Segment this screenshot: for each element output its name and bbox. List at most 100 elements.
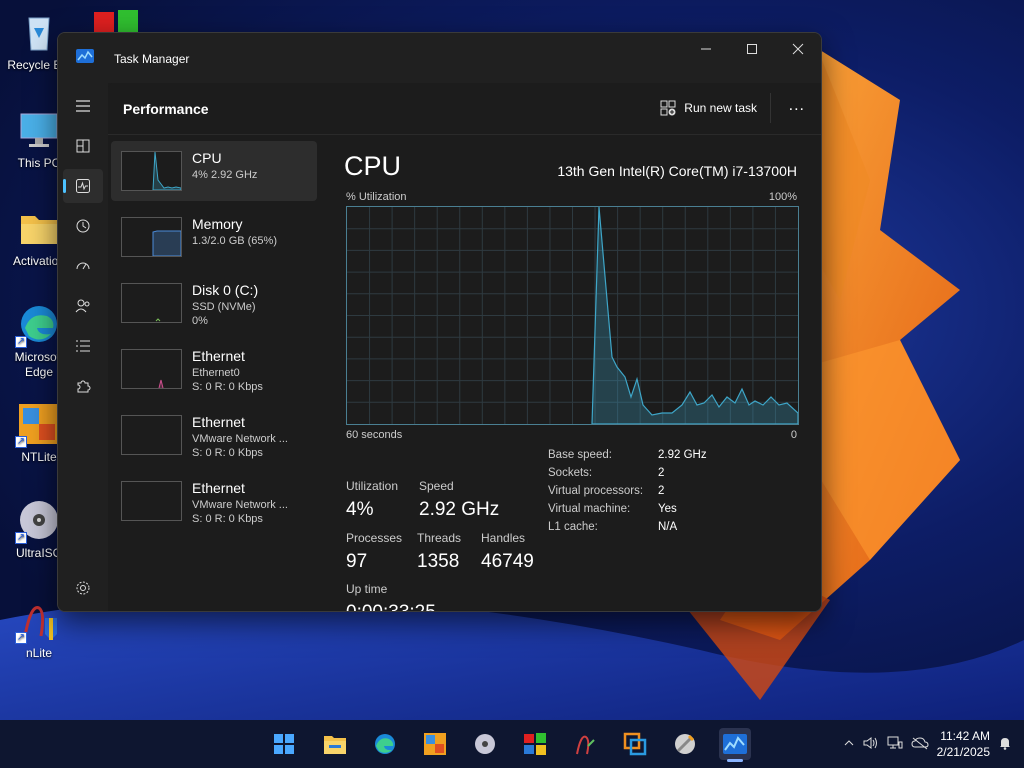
taskbar-nlite[interactable] — [569, 728, 601, 760]
ultraiso-icon: ↗ — [15, 498, 61, 544]
perf-item-detail: 1.3/2.0 GB (65%) — [192, 235, 277, 247]
stat-label: Handles — [481, 531, 526, 545]
performance-list: CPU 4% 2.92 GHz Memory 1.3/2.0 GB (65%) … — [111, 141, 317, 537]
nlite-icon: ↗ — [15, 598, 61, 644]
stat-handles: Handles 46749 — [481, 531, 534, 573]
taskbar-vmware[interactable] — [619, 728, 651, 760]
perf-item-memory[interactable]: Memory 1.3/2.0 GB (65%) — [111, 207, 317, 267]
cloud-offline-icon — [911, 736, 929, 749]
header-separator — [770, 93, 771, 123]
nav-services[interactable] — [63, 369, 103, 403]
notifications-button[interactable] — [998, 736, 1012, 753]
spec-value: 2 — [658, 485, 665, 497]
stat-threads: Threads 1358 — [417, 531, 461, 573]
show-hidden-icons-button[interactable] — [843, 737, 855, 752]
close-icon — [792, 43, 804, 55]
cpu-utilization-graph — [346, 206, 799, 425]
bell-icon — [1000, 737, 1010, 750]
start-button[interactable] — [268, 728, 300, 760]
this-pc-icon — [17, 108, 61, 152]
task-manager-window: Task Manager Performance Run new task ..… — [57, 32, 822, 612]
minimize-button[interactable] — [683, 33, 729, 65]
stat-value: 2.92 GHz — [419, 499, 500, 520]
edge-icon: ↗ — [15, 302, 61, 348]
perf-item-detail-2: 0% — [192, 315, 208, 327]
taskbar: 11:42 AM 2/21/2025 — [0, 720, 1024, 768]
puzzle-icon — [77, 380, 91, 393]
maximize-icon — [747, 44, 757, 54]
hamburger-icon — [76, 100, 90, 112]
taskbar-ntlite[interactable] — [419, 728, 451, 760]
nav-settings[interactable] — [63, 571, 103, 605]
clock[interactable]: 11:42 AM 2/21/2025 — [937, 728, 990, 760]
clock-time: 11:42 AM — [940, 729, 990, 743]
spec-key: Sockets: — [548, 467, 593, 479]
perf-item-detail: Ethernet0 — [192, 367, 240, 379]
taskbar-windows-app[interactable] — [519, 728, 551, 760]
stat-uptime: Up time 0:00:33:25 — [346, 582, 436, 611]
spec-key: Virtual machine: — [548, 503, 631, 515]
ethernet2-thumbnail — [121, 481, 182, 521]
file-explorer-icon — [324, 736, 346, 754]
edge-icon — [375, 734, 395, 754]
nav-details[interactable] — [63, 329, 103, 363]
perf-item-detail: VMware Network ... — [192, 499, 288, 511]
perf-item-cpu[interactable]: CPU 4% 2.92 GHz — [111, 141, 317, 201]
perf-item-name: CPU — [192, 150, 222, 166]
clock-date: 2/21/2025 — [936, 745, 990, 759]
volume-button[interactable] — [863, 736, 879, 753]
network-button[interactable] — [887, 736, 903, 753]
taskbar-ultraiso[interactable] — [469, 728, 501, 760]
perf-item-ethernet2[interactable]: Ethernet VMware Network ... S: 0 R: 0 Kb… — [111, 471, 317, 531]
nav-users[interactable] — [63, 289, 103, 323]
stat-label: Utilization — [346, 479, 399, 493]
nav-startup-apps[interactable] — [63, 249, 103, 283]
onedrive-button[interactable] — [911, 736, 929, 753]
perf-item-name: Ethernet — [192, 480, 245, 496]
stat-value: 0:00:33:25 — [346, 602, 436, 611]
spec-value: Yes — [658, 503, 677, 515]
task-manager-icon — [723, 734, 747, 754]
taskbar-tools-app[interactable] — [669, 728, 701, 760]
spec-row: Virtual machine: Yes — [548, 503, 707, 521]
folder-icon — [17, 206, 61, 250]
spec-value: 2.92 GHz — [658, 449, 707, 461]
close-button[interactable] — [775, 33, 821, 65]
content-area: Performance Run new task ... CPU 4% 2.92… — [108, 83, 821, 611]
perf-item-detail-2: S: 0 R: 0 Kbps — [192, 381, 263, 393]
more-options-button[interactable]: ... — [789, 97, 805, 115]
desktop-icon-windows-logo[interactable] — [94, 10, 140, 34]
minimize-icon — [701, 48, 711, 50]
stat-speed: Speed 2.92 GHz — [419, 479, 499, 521]
cpu-detail-panel: CPU 13th Gen Intel(R) Core(TM) i7-13700H… — [344, 135, 799, 611]
nav-app-history[interactable] — [63, 209, 103, 243]
taskbar-file-explorer[interactable] — [319, 728, 351, 760]
performance-icon — [76, 179, 90, 193]
hamburger-menu-button[interactable] — [63, 89, 103, 123]
perf-item-disk[interactable]: Disk 0 (C:) SSD (NVMe) 0% — [111, 273, 317, 333]
run-new-task-button[interactable]: Run new task — [660, 100, 757, 116]
title-bar[interactable]: Task Manager — [58, 33, 821, 83]
perf-item-ethernet1[interactable]: Ethernet VMware Network ... S: 0 R: 0 Kb… — [111, 405, 317, 465]
perf-item-detail: VMware Network ... — [192, 433, 288, 445]
maximize-button[interactable] — [729, 33, 775, 65]
perf-item-ethernet0[interactable]: Ethernet Ethernet0 S: 0 R: 0 Kbps — [111, 339, 317, 399]
taskbar-edge[interactable] — [369, 728, 401, 760]
perf-item-name: Ethernet — [192, 348, 245, 364]
spec-row: Base speed: 2.92 GHz — [548, 449, 707, 467]
nav-performance[interactable] — [63, 169, 103, 203]
speedometer-icon — [76, 262, 90, 270]
spec-row: Sockets: 2 — [548, 467, 707, 485]
ntlite-icon — [424, 733, 446, 755]
disk-thumbnail — [121, 283, 182, 323]
stat-label: Speed — [419, 479, 454, 493]
ntlite-icon: ↗ — [15, 402, 61, 448]
perf-item-detail: SSD (NVMe) — [192, 301, 256, 313]
ultraiso-icon — [475, 734, 495, 754]
taskbar-task-manager[interactable] — [719, 728, 751, 762]
vmware-icon — [623, 732, 647, 756]
nav-processes[interactable] — [63, 129, 103, 163]
stat-label: Up time — [346, 582, 388, 596]
page-title: Performance — [123, 101, 209, 117]
page-header: Performance Run new task ... — [108, 83, 821, 135]
